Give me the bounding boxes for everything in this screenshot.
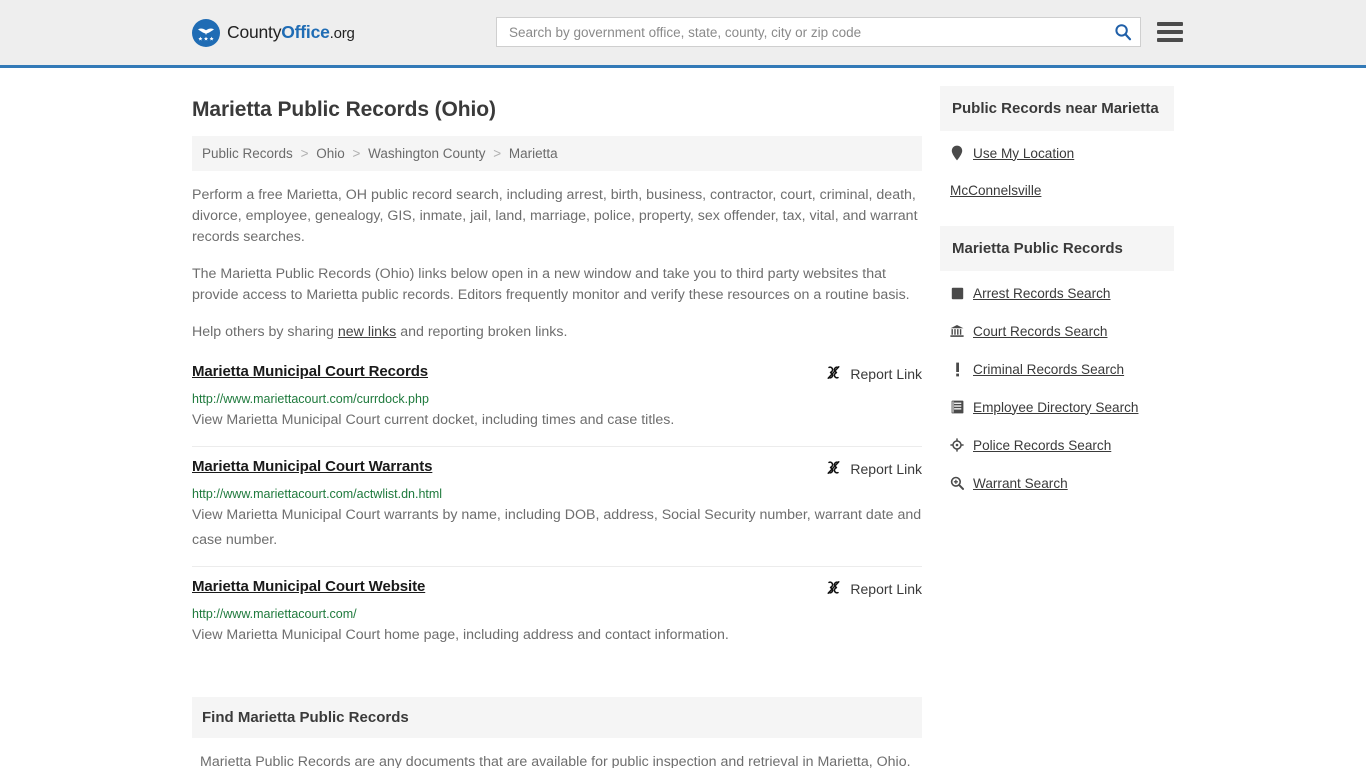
breadcrumb-item-washington-county[interactable]: Washington County — [368, 146, 485, 161]
report-link-label: Report Link — [850, 461, 922, 477]
broken-link-icon — [825, 364, 842, 384]
sidebar-card-records: Marietta Public Records Arrest Records S… — [940, 226, 1174, 503]
broken-link-icon — [825, 579, 842, 599]
search-icon[interactable] — [1112, 21, 1134, 43]
sidebar-records-heading: Marietta Public Records — [940, 226, 1174, 271]
search-box[interactable] — [496, 17, 1141, 47]
hamburger-bar — [1157, 38, 1183, 42]
broken-link-icon — [825, 459, 842, 479]
page-title: Marietta Public Records (Ohio) — [192, 98, 496, 121]
map-pin-icon — [950, 145, 964, 161]
find-records-body: Marietta Public Records are any document… — [200, 754, 911, 768]
sidebar-item-label[interactable]: Court Records Search — [973, 324, 1107, 339]
record-link-url[interactable]: http://www.mariettacourt.com/currdock.ph… — [192, 392, 922, 406]
sidebar-item-warrant-search[interactable]: Warrant Search — [950, 475, 1164, 491]
new-links-link[interactable]: new links — [338, 324, 396, 340]
site-header: CountyOffice.org — [0, 0, 1366, 68]
sidebar: Public Records near Marietta Use My Loca… — [940, 86, 1174, 768]
report-link-label: Report Link — [850, 581, 922, 597]
sidebar-item-label[interactable]: Arrest Records Search — [973, 286, 1111, 301]
magnifier-plus-icon — [950, 475, 964, 491]
record-link-url[interactable]: http://www.mariettacourt.com/ — [192, 607, 922, 621]
list-item: Marietta Municipal Court Website Report … — [192, 566, 922, 661]
record-link-url[interactable]: http://www.mariettacourt.com/actwlist.dn… — [192, 487, 922, 501]
sidebar-near-heading: Public Records near Marietta — [940, 86, 1174, 131]
records-link-list: Marietta Municipal Court Records Report … — [192, 359, 922, 661]
list-item: Marietta Municipal Court Warrants Report… — [192, 446, 922, 566]
hamburger-menu-icon[interactable] — [1157, 22, 1183, 42]
sidebar-item-label[interactable]: Criminal Records Search — [973, 362, 1124, 377]
sidebar-card-near: Public Records near Marietta Use My Loca… — [940, 86, 1174, 210]
breadcrumb-separator: > — [493, 146, 502, 161]
report-link-label: Report Link — [850, 366, 922, 382]
sidebar-item-label[interactable]: Use My Location — [973, 146, 1074, 161]
help-prefix: Help others by sharing — [192, 324, 338, 340]
header-search-zone — [496, 17, 1183, 47]
logo-text-office: Office — [281, 22, 330, 42]
book-list-icon — [950, 399, 964, 415]
sidebar-item-mcconnelsville[interactable]: McConnelsville — [950, 183, 1164, 198]
breadcrumb: Public Records > Ohio > Washington Count… — [192, 136, 922, 171]
intro-help-line: Help others by sharing new links and rep… — [192, 322, 922, 343]
search-input[interactable] — [507, 23, 1112, 41]
sidebar-item-court-records[interactable]: Court Records Search — [950, 323, 1164, 339]
sidebar-item-employee-directory[interactable]: Employee Directory Search — [950, 399, 1164, 415]
sidebar-item-label[interactable]: McConnelsville — [950, 183, 1041, 198]
hamburger-bar — [1157, 30, 1183, 34]
sidebar-item-label[interactable]: Employee Directory Search — [973, 400, 1138, 415]
logo-text-county: County — [227, 22, 282, 42]
sidebar-item-arrest-records[interactable]: Arrest Records Search — [950, 285, 1164, 301]
sidebar-item-use-my-location[interactable]: Use My Location — [950, 145, 1164, 161]
main-column: Marietta Public Records (Ohio) Public Re… — [192, 86, 922, 768]
sidebar-item-label[interactable]: Police Records Search — [973, 438, 1111, 453]
police-badge-icon — [950, 437, 964, 453]
sidebar-item-label[interactable]: Warrant Search — [973, 476, 1068, 491]
sidebar-item-police-records[interactable]: Police Records Search — [950, 437, 1164, 453]
record-link-title[interactable]: Marietta Municipal Court Warrants — [192, 458, 432, 475]
breadcrumb-item-ohio[interactable]: Ohio — [316, 146, 345, 161]
report-link-button[interactable]: Report Link — [825, 363, 922, 384]
report-link-button[interactable]: Report Link — [825, 578, 922, 599]
intro-paragraph-1: Perform a free Marietta, OH public recor… — [192, 187, 918, 245]
record-link-title[interactable]: Marietta Municipal Court Records — [192, 363, 428, 380]
sidebar-item-criminal-records[interactable]: Criminal Records Search — [950, 361, 1164, 377]
hamburger-bar — [1157, 22, 1183, 26]
intro-section: Perform a free Marietta, OH public recor… — [192, 185, 922, 343]
site-logo[interactable]: CountyOffice.org — [192, 18, 355, 47]
breadcrumb-item-marietta[interactable]: Marietta — [509, 146, 558, 161]
breadcrumb-item-public-records[interactable]: Public Records — [202, 146, 293, 161]
find-records-heading: Find Marietta Public Records — [192, 697, 922, 738]
record-link-description: View Marietta Municipal Court current do… — [192, 412, 675, 428]
intro-paragraph-2: The Marietta Public Records (Ohio) links… — [192, 266, 910, 303]
exclamation-icon — [950, 361, 964, 377]
help-suffix: and reporting broken links. — [396, 324, 568, 340]
record-link-description: View Marietta Municipal Court warrants b… — [192, 507, 922, 548]
record-link-description: View Marietta Municipal Court home page,… — [192, 627, 729, 643]
fingerprint-square-icon — [950, 285, 964, 301]
site-logo-text: CountyOffice.org — [227, 22, 355, 43]
breadcrumb-separator: > — [300, 146, 309, 161]
eagle-shield-icon — [192, 18, 220, 47]
list-item: Marietta Municipal Court Records Report … — [192, 359, 922, 446]
record-link-title[interactable]: Marietta Municipal Court Website — [192, 578, 425, 595]
report-link-button[interactable]: Report Link — [825, 458, 922, 479]
logo-text-org: .org — [329, 25, 355, 42]
find-records-section: Find Marietta Public Records Marietta Pu… — [192, 697, 922, 768]
breadcrumb-separator: > — [352, 146, 361, 161]
page-container: Marietta Public Records (Ohio) Public Re… — [0, 68, 1366, 768]
courthouse-icon — [950, 323, 964, 339]
